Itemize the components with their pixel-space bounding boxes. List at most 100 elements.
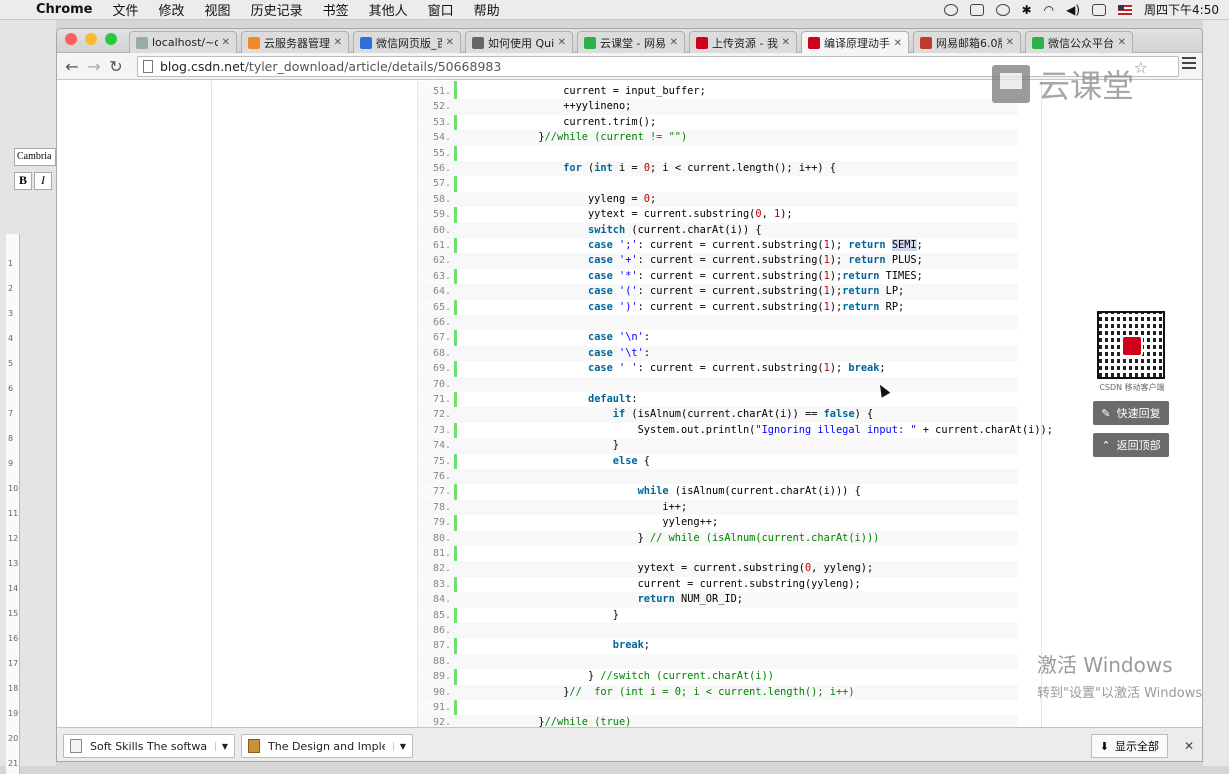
menu-edit[interactable]: 修改 [149, 0, 195, 19]
volume-icon[interactable]: ◀) [1066, 3, 1080, 17]
logo-text: 云课堂 [1038, 67, 1135, 105]
code-text: if (isAlnum(current.charAt(i)) == false)… [612, 408, 874, 421]
line-number: 60. [432, 224, 451, 236]
code-text: } [464, 439, 619, 452]
menu-window[interactable]: 窗口 [418, 0, 464, 19]
browser-tab[interactable]: 微信公众平台 ✕ [1025, 31, 1133, 53]
line-number: 58. [432, 193, 451, 205]
close-tab-icon[interactable]: ✕ [446, 37, 454, 48]
menu-help[interactable]: 帮助 [464, 0, 510, 19]
browser-tab[interactable]: 云服务器管理控 ✕ [241, 31, 349, 53]
menubar-status: ✱ ◠ ◀) 周四下午4:50 [943, 1, 1229, 18]
input-source-flag-icon[interactable] [1118, 4, 1133, 15]
line-number: 86. [432, 625, 451, 636]
back-arrow-icon[interactable]: ← [61, 57, 83, 76]
browser-tab[interactable]: 如何使用 Quick ✕ [465, 31, 573, 53]
code-line: 74. } [418, 438, 1018, 454]
code-text: case ')': current = current.substring(1)… [588, 300, 905, 313]
battery-meter-icon[interactable] [969, 3, 984, 16]
menu-bookmarks[interactable]: 书签 [313, 0, 359, 19]
reload-icon[interactable]: ↻ [105, 57, 127, 76]
qr-label: CSDN 移动客户端 [1099, 383, 1165, 392]
tab-title: 上传资源 - 我的 [712, 36, 778, 50]
download-item-pdf[interactable]: Soft Skills The softwar....pdf ▼ [63, 734, 235, 758]
bold-icon[interactable]: B [14, 172, 32, 190]
code-line: 68. case '\t': [418, 345, 1018, 362]
code-line: 69. case ' ': current = current.substrin… [418, 361, 1018, 376]
wifi-icon[interactable]: ◠ [1044, 3, 1054, 17]
italic-icon[interactable]: I [34, 172, 52, 190]
chevron-up-icon: ⌃ [1101, 438, 1111, 452]
window-controls [65, 33, 117, 45]
close-tab-icon[interactable]: ✕ [782, 37, 790, 48]
browser-tab[interactable]: localhost/~che ✕ [129, 31, 237, 53]
code-text: switch (current.charAt(i)) { [588, 223, 762, 236]
code-text: current.trim(); [464, 115, 657, 128]
forward-arrow-icon[interactable]: → [83, 57, 105, 76]
code-line: 59. yytext = current.substring(0, 1); [418, 207, 1018, 222]
font-name-field[interactable]: Cambria [14, 148, 56, 166]
menu-app-name[interactable]: Chrome [26, 2, 103, 17]
close-window-icon[interactable] [65, 33, 77, 45]
browser-tab[interactable]: 网易邮箱6.0版 ✕ [913, 31, 1021, 53]
minimize-window-icon[interactable] [85, 33, 97, 45]
download-item-rar[interactable]: The Design and Imple....rar ▼ [241, 734, 413, 758]
zoom-window-icon[interactable] [105, 33, 117, 45]
menu-view[interactable]: 视图 [195, 0, 241, 19]
favicon-icon [808, 37, 820, 49]
bookmark-star-icon[interactable]: ☆ [1134, 58, 1148, 77]
line-number: 62. [432, 255, 451, 267]
time-machine-icon[interactable] [995, 3, 1010, 16]
close-tab-icon[interactable]: ✕ [1006, 37, 1014, 48]
chevron-down-icon[interactable]: ▼ [392, 741, 406, 751]
line-number: 55. [432, 147, 451, 159]
browser-tab[interactable]: 微信网页版_百度 ✕ [353, 31, 461, 53]
browser-tab[interactable]: 编译原理动手实 ✕ [801, 31, 909, 54]
chrome-menu-icon[interactable] [1182, 57, 1196, 69]
code-line: 81. [418, 546, 1018, 561]
menu-people[interactable]: 其他人 [359, 0, 418, 19]
close-tab-icon[interactable]: ✕ [334, 37, 342, 48]
code-line: 65. case ')': current = current.substrin… [418, 300, 1018, 315]
favicon-icon [920, 36, 932, 49]
code-text: while (isAlnum(current.charAt(i))) { [637, 485, 861, 498]
close-tab-icon[interactable]: ✕ [1118, 37, 1126, 48]
vertical-ruler: 1 2 3 4 5 6 7 8 9 10 11 12 13 14 15 16 17 18 19 20 21 [6, 234, 20, 774]
code-line: 67. case '\n': [418, 330, 1018, 345]
menu-history[interactable]: 历史记录 [241, 0, 313, 19]
line-number: 69. [432, 363, 451, 375]
browser-tab[interactable]: 上传资源 - 我的 ✕ [689, 31, 797, 53]
line-number: 90. [432, 686, 451, 698]
background-word-window: Cambria B I 1 2 3 4 5 6 7 8 9 10 11 12 13 14 15 16 17 18 1… [0, 20, 56, 774]
menu-file[interactable]: 文件 [103, 0, 149, 19]
close-tab-icon[interactable]: ✕ [222, 37, 230, 48]
back-to-top-button[interactable]: ⌃ 返回顶部 [1093, 433, 1169, 457]
browser-tab[interactable]: 云课堂 - 网易云 ✕ [577, 31, 685, 53]
line-number: 84. [432, 594, 451, 606]
code-line: 76. [418, 469, 1018, 485]
line-number: 54. [432, 132, 451, 144]
close-download-shelf-icon[interactable]: ✕ [1184, 739, 1194, 753]
code-text: } //switch (current.charAt(i)) [464, 670, 774, 683]
line-number: 72. [432, 409, 451, 421]
show-all-downloads-button[interactable]: ⬇ 显示全部 [1090, 734, 1168, 758]
line-number: 68. [432, 347, 451, 359]
code-line: 78. i++; [418, 499, 1018, 516]
close-tab-icon[interactable]: ✕ [894, 38, 902, 49]
chevron-down-icon[interactable]: ▼ [214, 741, 228, 751]
code-line: 72. if (isAlnum(current.charAt(i)) == fa… [418, 407, 1018, 423]
bluetooth-icon[interactable]: ✱ [1022, 3, 1032, 17]
close-tab-icon[interactable]: ✕ [670, 37, 678, 48]
code-line: 84. return NUM_OR_ID; [418, 592, 1018, 608]
quick-reply-button[interactable]: ✎ 快速回复 [1093, 401, 1169, 425]
line-number: 65. [432, 301, 451, 313]
code-text: } // while (isAlnum(current.charAt(i))) [464, 531, 880, 544]
favicon-icon [360, 36, 372, 49]
code-line: 53. current.trim(); [418, 115, 1018, 130]
favicon-icon [1032, 36, 1044, 49]
record-icon[interactable] [943, 3, 958, 16]
line-number: 53. [432, 116, 451, 128]
close-tab-icon[interactable]: ✕ [558, 37, 566, 48]
clock[interactable]: 周四下午4:50 [1144, 1, 1219, 18]
battery-icon[interactable] [1092, 3, 1107, 16]
